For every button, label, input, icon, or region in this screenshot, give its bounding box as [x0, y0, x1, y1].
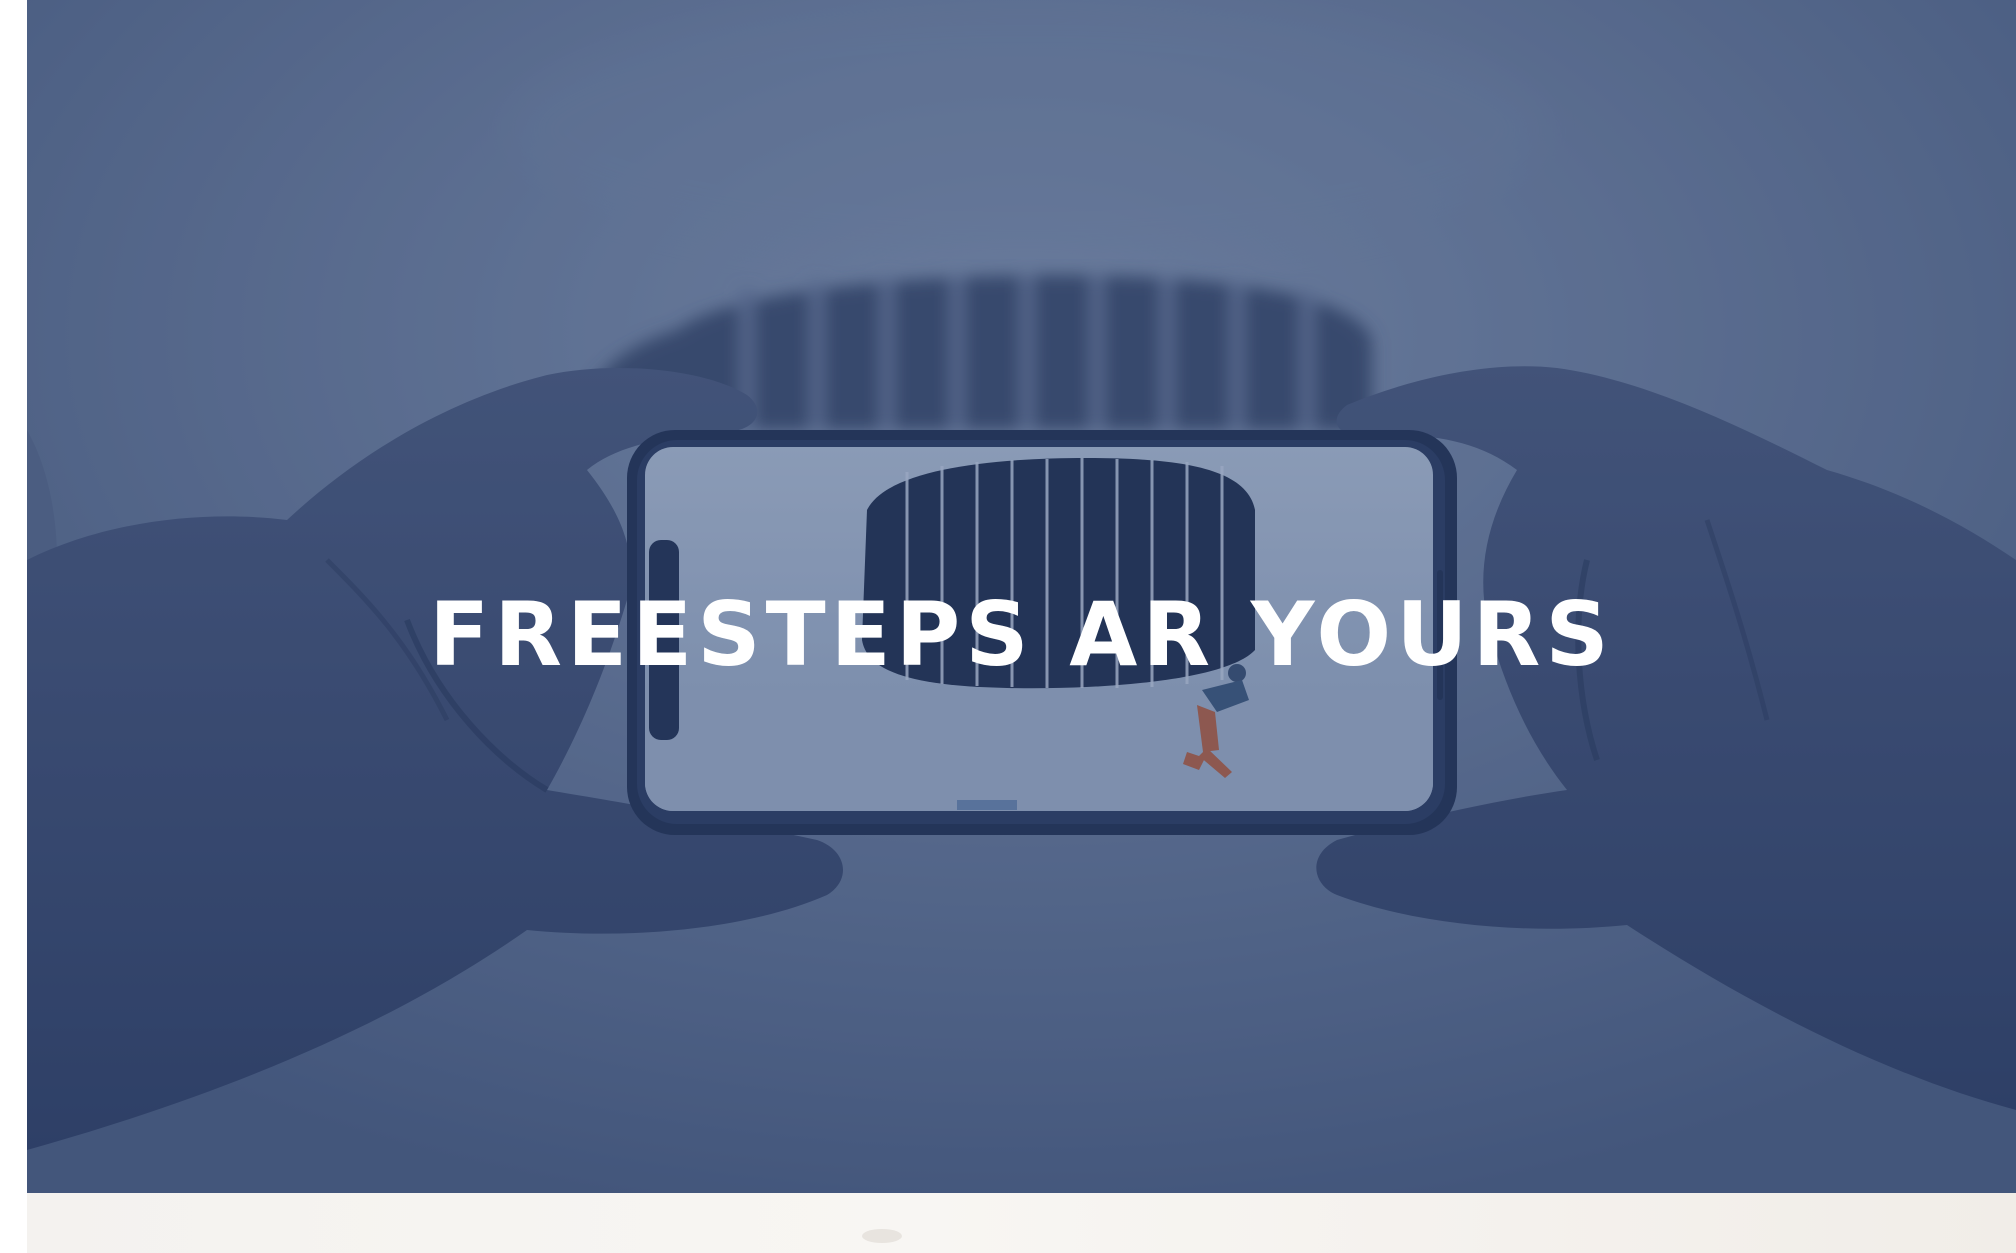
hero-banner: FREESTEPS AR YOURS [27, 0, 2016, 1193]
decorative-mark [862, 1229, 902, 1243]
next-section [27, 1193, 2016, 1253]
hero-title: FREESTEPS AR YOURS [429, 583, 1614, 686]
page: FREESTEPS AR YOURS [0, 0, 2016, 1253]
